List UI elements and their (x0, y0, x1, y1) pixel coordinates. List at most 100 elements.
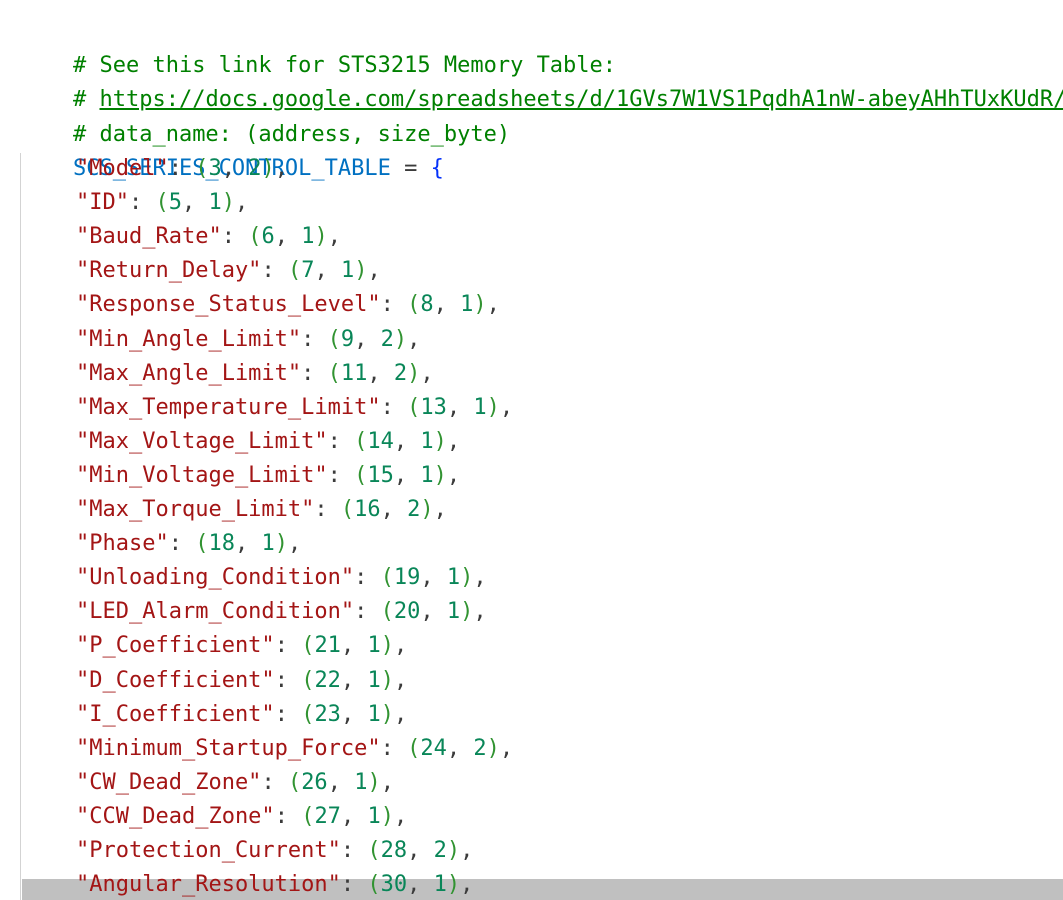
close-paren: ) (380, 701, 394, 727)
trailing-comma: , (393, 701, 408, 727)
code-line-entry[interactable]: "Min_Angle_Limit": (9, 2), (76, 323, 420, 357)
entry-address: 8 (420, 292, 434, 318)
colon: : (221, 224, 249, 250)
close-paren: ) (380, 633, 394, 659)
code-line-entry[interactable]: "Response_Status_Level": (8, 1), (76, 288, 500, 322)
colon: : (301, 326, 328, 352)
open-paren: ( (354, 428, 368, 454)
entry-address: 15 (367, 462, 394, 488)
open-paren: ( (248, 224, 262, 250)
comma: , (340, 701, 368, 727)
entry-key: "LED_Alarm_Condition" (76, 599, 355, 625)
colon: : (168, 531, 196, 557)
entry-size: 2 (433, 838, 447, 863)
entry-key: "Unloading_Condition" (76, 565, 355, 591)
open-paren: ( (354, 462, 368, 488)
entry-key: "Protection_Current" (76, 838, 341, 863)
entry-key: "ID" (76, 190, 129, 216)
close-paren: ) (433, 462, 447, 488)
code-editor[interactable]: # See this link for STS3215 Memory Table… (0, 0, 1063, 900)
open-paren: ( (155, 190, 169, 216)
trailing-comma: , (393, 633, 408, 659)
comma: , (340, 803, 368, 829)
assign-operator: = (390, 156, 431, 181)
entry-address: 26 (301, 769, 328, 795)
open-paren: ( (367, 872, 381, 898)
comma: , (420, 565, 447, 591)
code-line-entry[interactable]: "Max_Angle_Limit": (11, 2), (76, 357, 434, 391)
code-line-entry[interactable]: "ID": (5, 1), (76, 186, 248, 220)
entry-size: 1 (301, 224, 315, 250)
entry-key: "Max_Voltage_Limit" (76, 428, 328, 454)
comma: , (407, 872, 434, 898)
close-paren: ) (460, 599, 474, 625)
entry-size: 1 (420, 428, 434, 454)
entry-size: 1 (433, 872, 447, 898)
colon: : (327, 462, 355, 488)
entry-key: "Return_Delay" (76, 258, 262, 284)
open-paren: ( (301, 803, 315, 829)
entry-size: 1 (208, 190, 222, 216)
comma: , (407, 838, 434, 863)
entry-key: "CCW_Dead_Zone" (76, 803, 275, 829)
entry-address: 24 (420, 735, 447, 761)
code-line-entry[interactable]: "CCW_Dead_Zone": (27, 1), (76, 800, 407, 834)
code-line-entry[interactable]: "Protection_Current": (28, 2), (76, 834, 473, 868)
code-line-table-declaration[interactable]: SCS_SERIES_CONTROL_TABLE = { (20, 118, 444, 181)
entry-address: 18 (208, 531, 235, 557)
entry-size: 1 (446, 599, 461, 625)
trailing-comma: , (393, 667, 408, 693)
code-line-comment-url[interactable]: # https://docs.google.com/spreadsheets/d… (20, 49, 1063, 112)
code-line-entry[interactable]: "Model": (3, 2), (76, 152, 288, 186)
code-line-comment-see-link[interactable]: # See this link for STS3215 Memory Table… (20, 15, 616, 78)
code-line-entry[interactable]: "CW_Dead_Zone": (26, 1), (76, 766, 394, 800)
colon: : (314, 497, 341, 522)
code-line-entry[interactable]: "Return_Delay": (7, 1), (76, 254, 381, 288)
entry-key: "Max_Temperature_Limit" (76, 394, 381, 420)
entry-address: 13 (420, 394, 447, 420)
trailing-comma: , (327, 224, 341, 250)
entry-size: 1 (460, 292, 474, 318)
close-paren: ) (393, 326, 408, 352)
entry-size: 1 (354, 769, 368, 795)
code-line-entry[interactable]: "Min_Voltage_Limit": (15, 1), (76, 459, 460, 493)
colon: : (354, 599, 381, 625)
code-line-entry[interactable]: "Max_Temperature_Limit": (13, 1), (76, 391, 513, 425)
colon: : (327, 428, 355, 454)
close-paren: ) (354, 258, 368, 284)
trailing-comma: , (499, 394, 514, 420)
code-line-entry[interactable]: "P_Coefficient": (21, 1), (76, 629, 407, 663)
close-paren: ) (460, 565, 474, 591)
close-paren: ) (433, 428, 447, 454)
code-line-comment-data-name[interactable]: # data_name: (address, size_byte) (20, 84, 510, 147)
code-line-entry[interactable]: "Phase": (18, 1), (76, 527, 301, 561)
close-paren: ) (446, 838, 461, 863)
open-paren: ( (380, 565, 394, 591)
close-paren: ) (446, 872, 461, 898)
code-line-entry[interactable]: "Max_Voltage_Limit": (14, 1), (76, 425, 460, 459)
entry-size: 2 (380, 326, 394, 352)
entry-size: 1 (420, 462, 434, 488)
open-paren: ( (301, 701, 315, 727)
entry-key: "I_Coefficient" (76, 701, 275, 727)
code-line-entry[interactable]: "Angular_Resolution": (30, 1), (76, 868, 473, 900)
entry-key: "Phase" (76, 531, 169, 557)
colon: : (261, 258, 288, 284)
code-line-entry[interactable]: "D_Coefficient": (22, 1), (76, 664, 407, 698)
code-line-entry[interactable]: "Minimum_Startup_Force": (24, 2), (76, 732, 513, 766)
colon: : (340, 838, 368, 863)
comma: , (446, 735, 474, 761)
code-line-entry[interactable]: "Max_Torque_Limit": (16, 2), (76, 493, 447, 527)
code-line-entry[interactable]: "Baud_Rate": (6, 1), (76, 220, 341, 254)
code-line-entry[interactable]: "LED_Alarm_Condition": (20, 1), (76, 595, 487, 629)
comma: , (354, 326, 381, 352)
code-line-entry[interactable]: "I_Coefficient": (23, 1), (76, 698, 407, 732)
close-paren: ) (314, 224, 328, 250)
entry-address: 3 (208, 156, 222, 181)
colon: : (274, 667, 302, 693)
open-paren: ( (301, 667, 315, 693)
code-line-entry[interactable]: "Unloading_Condition": (19, 1), (76, 561, 487, 595)
open-paren: ( (287, 769, 302, 795)
open-paren: ( (407, 394, 421, 420)
close-paren: ) (486, 735, 500, 761)
